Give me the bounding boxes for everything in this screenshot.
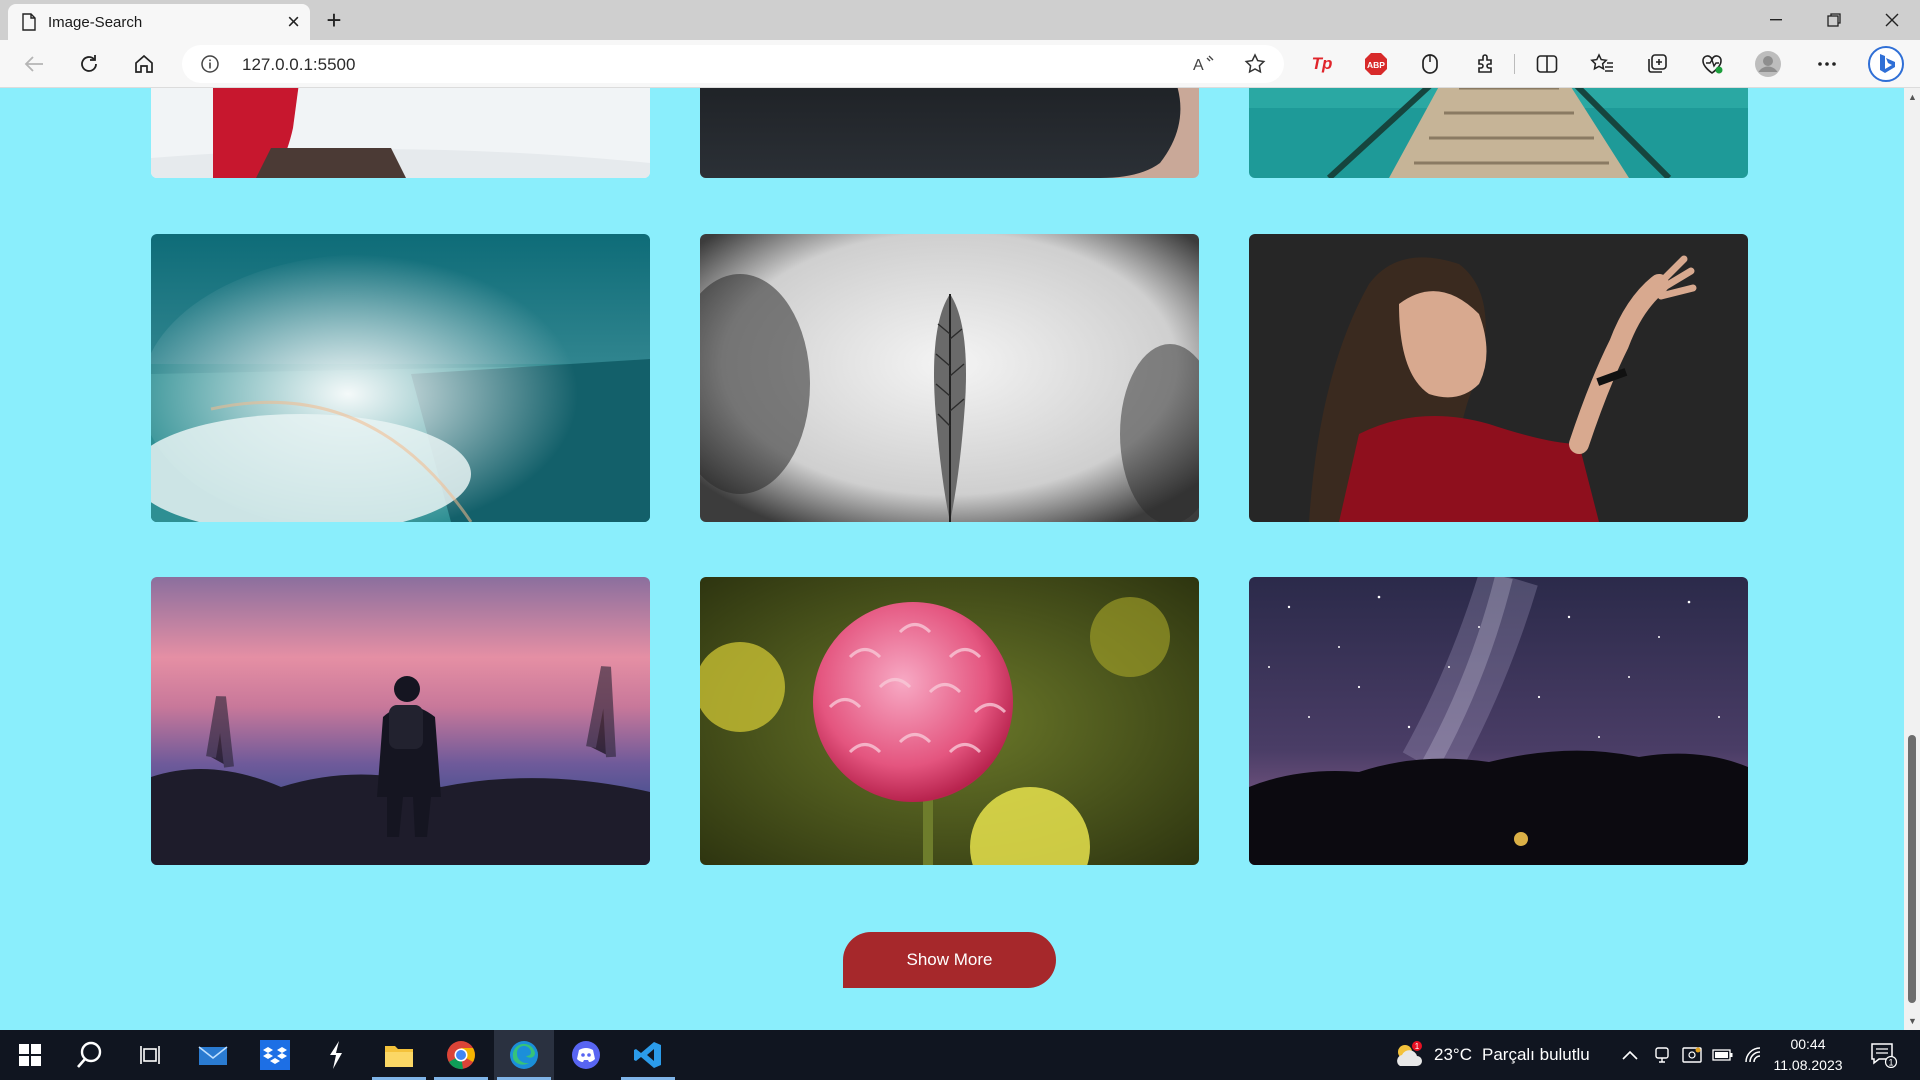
image-waterfall-rainbow[interactable] <box>151 234 650 522</box>
site-info-icon[interactable] <box>200 54 220 74</box>
vscode-icon[interactable] <box>618 1030 678 1080</box>
notification-center-icon[interactable]: 1 <box>1870 1030 1898 1080</box>
file-explorer-icon[interactable] <box>369 1030 429 1080</box>
weather-widget[interactable]: 1 23°C Parçalı bulutlu <box>1392 1030 1590 1080</box>
search-icon[interactable] <box>60 1030 120 1080</box>
mail-icon[interactable] <box>183 1030 243 1080</box>
read-aloud-icon[interactable]: A <box>1192 53 1216 75</box>
close-window-button[interactable] <box>1864 0 1920 40</box>
toolbar-divider <box>1514 54 1515 74</box>
image-pink-dahlia[interactable] <box>700 577 1199 865</box>
browser-toolbar: 127.0.0.1:5500 A Tp ABP <box>0 40 1920 88</box>
adblock-plus-icon[interactable]: ABP <box>1360 50 1392 78</box>
back-icon[interactable] <box>18 50 50 78</box>
page-icon <box>22 13 36 31</box>
svg-text:A: A <box>1193 57 1204 74</box>
adblock-plus-label: ABP <box>1367 60 1385 70</box>
split-screen-icon[interactable] <box>1531 50 1563 78</box>
chrome-icon[interactable] <box>431 1030 491 1080</box>
image-woman-reaching-hand[interactable] <box>1249 234 1748 522</box>
start-icon[interactable] <box>0 1030 60 1080</box>
tab-title: Image-Search <box>48 13 143 31</box>
tp-extension-icon[interactable]: Tp <box>1306 50 1338 78</box>
new-tab-button[interactable]: + <box>318 5 350 35</box>
url-text: 127.0.0.1:5500 <box>242 55 356 74</box>
scrollbar-thumb[interactable] <box>1908 735 1916 1003</box>
device-icon[interactable] <box>1682 1030 1702 1080</box>
hidden-icons-chevron[interactable] <box>1621 1030 1639 1080</box>
image-hiker-silhouette-sunset[interactable] <box>151 577 650 865</box>
sigil-icon[interactable] <box>306 1030 366 1080</box>
browser-essentials-icon[interactable] <box>1696 50 1728 78</box>
windows-taskbar: 1 23°C Parçalı bulutlu 00:44 11.08.2023 … <box>0 1030 1920 1080</box>
page-content: Show More <box>0 88 1904 1030</box>
discord-icon[interactable] <box>556 1030 616 1080</box>
image-feather-bw[interactable] <box>700 234 1199 522</box>
extensions-icon[interactable] <box>1470 50 1502 78</box>
scroll-up-arrow[interactable]: ▲ <box>1908 92 1917 102</box>
clock-date: 11.08.2023 <box>1773 1057 1843 1073</box>
tp-extension-label: Tp <box>1311 54 1333 73</box>
weather-cloud-sun-icon: 1 <box>1397 1041 1422 1066</box>
settings-more-icon[interactable] <box>1811 50 1843 78</box>
weather-temperature: 23°C <box>1434 1045 1472 1064</box>
mouse-extension-icon[interactable] <box>1414 50 1446 78</box>
edge-icon[interactable] <box>494 1030 554 1080</box>
refresh-icon[interactable] <box>73 50 105 78</box>
vertical-scrollbar[interactable]: ▲ ▼ <box>1904 88 1920 1030</box>
minimize-button[interactable] <box>1748 0 1804 40</box>
image-milky-way-night[interactable] <box>1249 577 1748 865</box>
bing-copilot-icon[interactable] <box>1866 46 1906 82</box>
task-view-icon[interactable] <box>120 1030 180 1080</box>
battery-icon[interactable] <box>1712 1030 1734 1080</box>
address-bar[interactable]: 127.0.0.1:5500 A <box>182 45 1284 83</box>
image-red-jacket-snow[interactable] <box>151 88 650 178</box>
image-dark-rock-water[interactable] <box>700 88 1199 178</box>
favorite-star-icon[interactable] <box>1244 53 1266 75</box>
browser-tab[interactable]: Image-Search × <box>8 4 310 40</box>
clock-time: 00:44 <box>1790 1036 1826 1052</box>
home-icon[interactable] <box>128 50 160 78</box>
meet-now-icon[interactable] <box>1653 1030 1671 1080</box>
show-more-button[interactable]: Show More <box>843 932 1056 988</box>
restore-button[interactable] <box>1806 0 1862 40</box>
profile-avatar[interactable] <box>1752 50 1784 78</box>
image-wooden-pier-sea[interactable] <box>1249 88 1748 178</box>
weather-description: Parçalı bulutlu <box>1481 1045 1590 1064</box>
notification-count: 1 <box>1888 1058 1893 1068</box>
collections-icon[interactable] <box>1641 50 1673 78</box>
dropbox-icon[interactable] <box>245 1030 305 1080</box>
scroll-down-arrow[interactable]: ▼ <box>1908 1016 1917 1026</box>
favorites-icon[interactable] <box>1586 50 1618 78</box>
system-clock[interactable]: 00:44 11.08.2023 <box>1758 1034 1858 1076</box>
weather-badge: 1 <box>1415 1042 1420 1051</box>
title-bar: Image-Search × + <box>0 0 1920 40</box>
close-tab-icon[interactable]: × <box>287 11 300 33</box>
